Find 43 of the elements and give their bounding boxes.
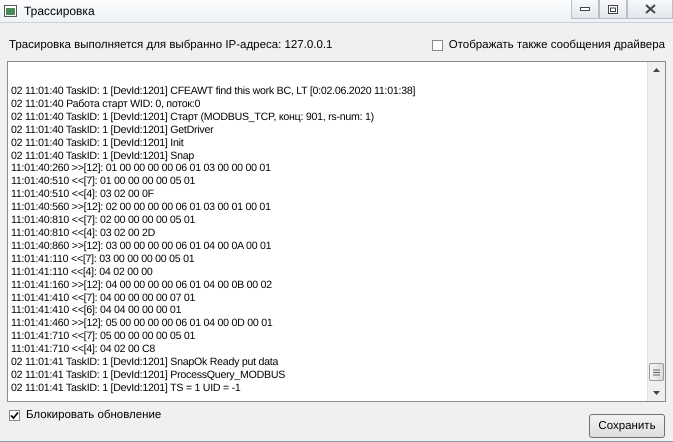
minimize-button[interactable] (571, 0, 599, 19)
save-button[interactable]: Сохранить (589, 414, 665, 438)
log-line: 02 11:01:40 TaskID: 1 [DevId:1201] Snap (11, 150, 196, 162)
log-line: 11:01:40:260 >>[12]: 01 00 00 00 00 06 01 03 00 00 00 01 (11, 162, 272, 176)
scroll-down-icon[interactable] (653, 391, 660, 395)
log-line: 02 11:01:40 TaskID: 1 [DevId:1201] GetDriver (11, 124, 214, 137)
log-line: 11:01:41:110 <<[4]: 04 02 00 00 (11, 266, 154, 279)
log-line: 02 11:01:41 TaskID: 1 [DevId:1201] SnapOk Ready put data (11, 356, 280, 369)
log-line: 02 11:01:41 TaskID: 1 [DevId:1201] TS = 1 UID = -1 (11, 382, 242, 395)
log-line: 11:01:41:710 <<[7]: 05 00 00 00 00 05 01 (11, 330, 196, 344)
scroll-up-icon[interactable] (653, 68, 660, 72)
checkbox[interactable] (432, 40, 443, 50)
log-line: 11:01:41:410 <<[7]: 04 00 00 00 00 07 01 (11, 292, 196, 304)
maximize-button[interactable] (599, 0, 627, 19)
maximize-icon (608, 4, 618, 14)
app-icon (4, 4, 18, 18)
close-icon (644, 4, 656, 14)
log-line: 11:01:41:410 <<[6]: 04 04 00 00 00 01 (11, 304, 182, 318)
checkbox[interactable] (9, 410, 20, 420)
log-line: 11:01:40:560 >>[12]: 02 00 00 00 00 06 01 03 00 01 00 01 (11, 201, 272, 214)
log-line: 11:01:40:860 >>[12]: 03 00 00 00 00 06 01 04 00 0A 00 01 (11, 240, 272, 253)
log-line: 02 11:01:40 Работа старт WID: 0, поток:0 (11, 98, 202, 111)
log-line: 11:01:40:810 <<[7]: 02 00 00 00 00 05 01 (11, 214, 196, 227)
log-line: 02 11:01:41 TaskID: 1 [DevId:1201] ProcessQuery_MODBUS (11, 368, 286, 382)
log-line: 11:01:41:110 <<[7]: 03 00 00 00 00 05 01 (11, 252, 196, 266)
info-text: Трасировка выполняется для выбранно IP-адреса: 127.0.0.1 (9, 39, 332, 51)
scrollbar[interactable] (647, 62, 665, 401)
checkbox-label: Отображать также сообщения драйвера (448, 39, 665, 51)
log-line: 11:01:40:510 <<[4]: 03 02 00 0F (11, 188, 155, 202)
log-line: 11:01:41:710 <<[4]: 04 02 00 C8 (11, 343, 156, 356)
checkbox-label: Блокировать обновление (26, 409, 162, 421)
log-line: 11:01:40:810 <<[4]: 03 02 00 2D (11, 226, 156, 240)
log-line: 11:01:40:510 <<[7]: 01 00 00 00 00 05 01 (11, 175, 196, 188)
log-line: 02 11:01:40 TaskID: 1 [DevId:1201] Init (11, 136, 185, 150)
grip-icon (653, 368, 660, 376)
log-line: 02 11:01:40 TaskID: 1 [DevId:1201] Старт (MODBUS_TCP, конц: 901, rs-num: 1) (11, 110, 375, 124)
close-button[interactable] (627, 0, 673, 19)
scroll-thumb[interactable] (649, 363, 664, 381)
log-line: 11:01:41:160 >>[12]: 04 00 00 00 00 06 01 04 00 0B 00 02 (11, 278, 273, 292)
log-line: 02 11:01:40 TaskID: 1 [DevId:1201] CFEAWT find this work BC, LT [0:02.06.2020 11:01:38] (11, 85, 416, 98)
log-line: 11:01:41:460 >>[12]: 05 00 00 00 00 06 01 04 00 0D 00 01 (11, 317, 274, 330)
minimize-icon (580, 7, 590, 11)
window-title: Трассировка (24, 4, 95, 18)
